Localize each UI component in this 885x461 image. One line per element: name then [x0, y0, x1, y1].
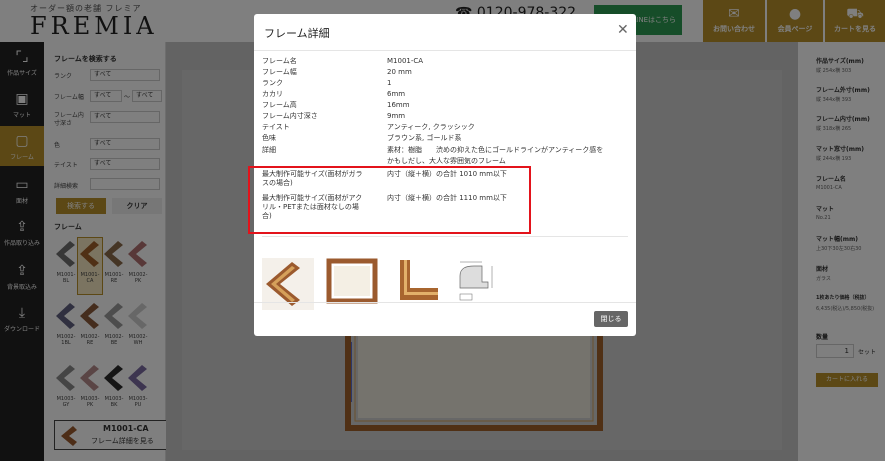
- modal-close-button[interactable]: 閉じる: [594, 311, 628, 327]
- detail-value-line2: かもしだし、大人な雰囲気のフレーム: [387, 157, 506, 165]
- close-icon[interactable]: ✕: [617, 22, 629, 38]
- detail-label: 詳細: [262, 146, 276, 154]
- detail-label: フレーム名: [262, 57, 297, 65]
- detail-label: テイスト: [262, 123, 290, 131]
- modal-title: フレーム詳細: [264, 27, 330, 40]
- detail-value: 20 mm: [387, 68, 412, 76]
- detail-value: M1001-CA: [387, 57, 424, 65]
- detail-value: ブラウン系, ゴールド系: [387, 134, 462, 142]
- modal-divider: [254, 302, 636, 303]
- detail-label: フレーム内寸深さ: [262, 112, 318, 120]
- detail-label: フレーム高: [262, 101, 297, 109]
- detail-label: ランク: [262, 79, 283, 87]
- detail-value: 16mm: [387, 101, 410, 109]
- frame-full-image: [326, 258, 378, 304]
- frame-profile-image: [400, 260, 438, 300]
- max-size-highlight: [248, 166, 531, 234]
- modal-divider: [262, 236, 628, 237]
- detail-value: アンティーク, クラッシック: [387, 123, 475, 131]
- detail-label: フレーム幅: [262, 68, 297, 76]
- detail-value: 素材：樹脂 渋めの抑えた色にゴールドラインがアンティーク感を: [387, 146, 604, 154]
- frame-cross-section-diagram: [459, 261, 493, 301]
- detail-label: カカリ: [262, 90, 283, 98]
- detail-label: 色味: [262, 134, 276, 142]
- detail-value: 1: [387, 79, 392, 87]
- modal-divider: [254, 50, 636, 51]
- detail-value: 9mm: [387, 112, 406, 120]
- detail-value: 6mm: [387, 90, 406, 98]
